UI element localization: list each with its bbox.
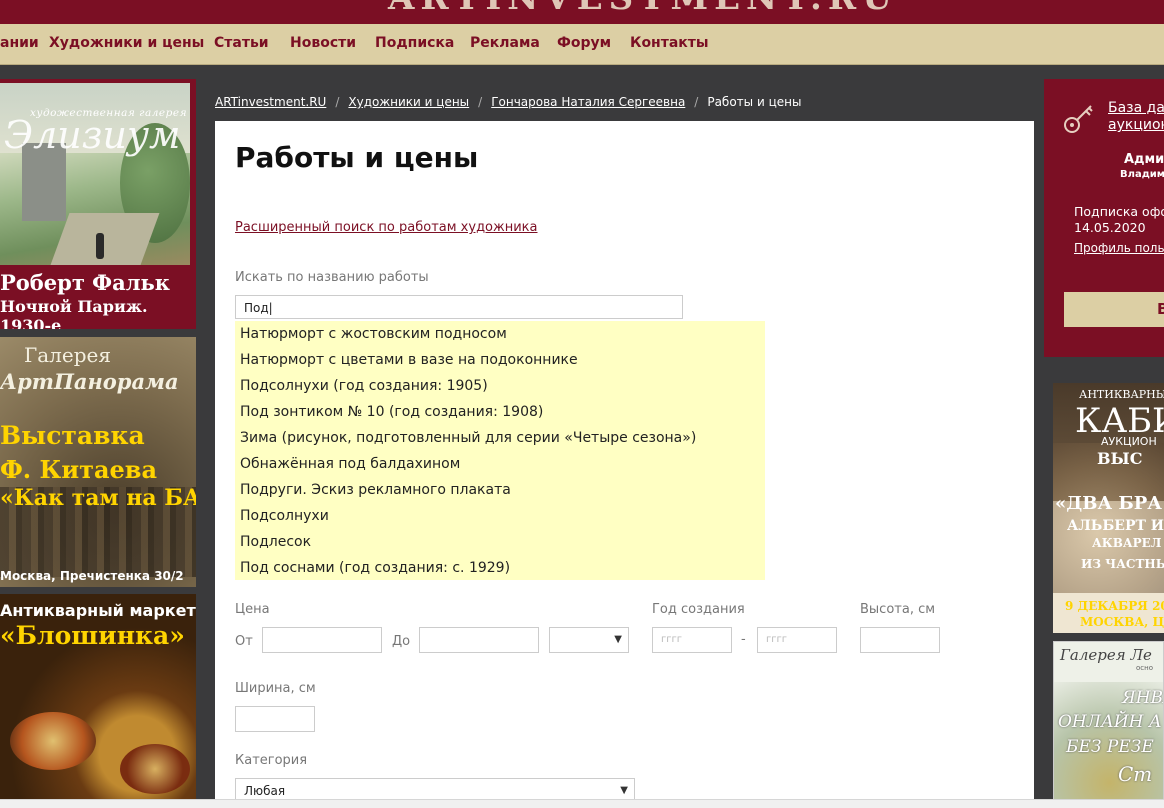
breadcrumb-artist[interactable]: Гончарова Наталия Сергеевна	[491, 95, 685, 109]
nav-item-articles[interactable]: Статьи	[214, 35, 269, 51]
banner-text: ИЗ ЧАСТНЫ	[1081, 557, 1164, 571]
price-to-input[interactable]	[419, 627, 539, 653]
suggestion-item[interactable]: Зима (рисунок, подготовленный для серии …	[240, 430, 696, 446]
year-label: Год создания	[652, 602, 745, 617]
banner-artist: Ф. Китаева	[0, 455, 158, 484]
key-icon	[1064, 105, 1093, 133]
price-from-label: От	[235, 634, 253, 649]
banner-text: АКВАРЕЛ	[1092, 536, 1162, 550]
ad-banner-bloshinka[interactable]: Антикварный маркет «Блошинка»	[0, 594, 196, 807]
breadcrumb-artists[interactable]: Художники и цены	[348, 95, 469, 109]
price-to-label: До	[392, 634, 411, 649]
banner-event: Выставка	[0, 421, 145, 450]
banner-text: АНТИКВАРНЫ	[1079, 388, 1164, 401]
banner-text: осно	[1136, 664, 1153, 672]
suggestion-item[interactable]: Натюрморт с цветами в вазе на подоконник…	[240, 352, 578, 368]
suggestion-item[interactable]: Подсолнухи	[240, 508, 329, 524]
price-label: Цена	[235, 602, 270, 617]
breadcrumb-separator: /	[694, 95, 699, 109]
user-sidebar: База да аукцион Админ Владим Подписка оф…	[1044, 79, 1164, 357]
suggestion-item[interactable]: Подруги. Эскиз рекламного плаката	[240, 482, 511, 498]
banner-heading: Антикварный маркет	[0, 601, 196, 620]
subscription-status: Подписка офо	[1074, 204, 1164, 219]
banner-market-name: «Блошинка»	[0, 621, 185, 650]
currency-select[interactable]: ▼	[549, 627, 629, 653]
search-label: Искать по названию работы	[235, 270, 429, 285]
logout-button[interactable]: В	[1064, 292, 1164, 327]
nav-item-news[interactable]: Новости	[290, 35, 356, 51]
nav-item-forum[interactable]: Форум	[557, 35, 611, 51]
suggestion-item[interactable]: Обнажённая под балдахином	[240, 456, 460, 472]
banner-artist: Роберт Фальк	[0, 270, 170, 295]
profile-link[interactable]: Профиль польз	[1074, 241, 1164, 255]
banner-gallery-name: Элизиум	[4, 113, 181, 157]
advanced-search-link[interactable]: Расширенный поиск по работам художника	[235, 220, 538, 235]
banner-text: ОНЛАЙН А	[1058, 712, 1162, 732]
nav-item-ads[interactable]: Реклама	[470, 35, 540, 51]
suggestion-item[interactable]: Подлесок	[240, 534, 311, 550]
search-input[interactable]: Под|	[235, 295, 683, 319]
suggestion-item[interactable]: Под зонтиком № 10 (год создания: 1908)	[240, 404, 543, 420]
ad-banner-artpanorama[interactable]: Галерея АртПанорама Выставка Ф. Китаева …	[0, 337, 196, 587]
width-label: Ширина, см	[235, 681, 316, 696]
chevron-down-icon: ▼	[614, 634, 622, 645]
user-name: Админ	[1124, 152, 1164, 167]
auction-database-link[interactable]: База да аукцион	[1108, 100, 1164, 134]
height-input[interactable]	[860, 627, 940, 653]
banner-text: Галерея Ле	[1060, 646, 1152, 664]
category-label: Категория	[235, 753, 308, 768]
banner-exhibition: Ночной Париж. 1930-е	[0, 297, 148, 329]
nav-item-artists[interactable]: Художники и цены	[49, 35, 204, 51]
site-header: ARTINVESTMENT.RU	[0, 0, 1164, 24]
ad-banner-gallery-online[interactable]: Галерея Ле осно ЯНВА ОНЛАЙН А БЕЗ РЕЗЕ С…	[1053, 641, 1164, 807]
breadcrumb-home[interactable]: ARTinvestment.RU	[215, 95, 326, 109]
year-to-input[interactable]: гггг	[757, 627, 837, 653]
banner-text: АЛЬБЕРТ И	[1067, 518, 1164, 534]
ad-banner-antique-cabinet[interactable]: АНТИКВАРНЫ КАБИ АУКЦИОН ВЫС «ДВА БРА АЛЬ…	[1053, 383, 1164, 633]
banner-text: БЕЗ РЕЗЕ	[1066, 737, 1154, 757]
banner-text: АУКЦИОН	[1101, 435, 1157, 448]
breadcrumb-separator: /	[478, 95, 483, 109]
banner-text: ВЫС	[1097, 449, 1143, 468]
main-nav: ании Художники и цены Статьи Новости Под…	[0, 24, 1164, 65]
banner-gallery-label: Галерея	[24, 343, 111, 367]
width-input[interactable]	[235, 706, 315, 732]
logout-button-label: В	[1157, 300, 1164, 318]
suggestion-item[interactable]: Подсолнухи (год создания: 1905)	[240, 378, 488, 394]
banner-title: «Как там на БАМе»	[0, 485, 196, 511]
page-title: Работы и цены	[235, 141, 479, 174]
subscription-date: 14.05.2020	[1074, 220, 1146, 235]
breadcrumb: ARTinvestment.RU / Художники и цены / Гончар…	[215, 95, 801, 109]
user-subname: Владим	[1120, 169, 1164, 180]
nav-item-subscription[interactable]: Подписка	[375, 35, 454, 51]
search-input-value: Под	[244, 301, 269, 315]
site-logo[interactable]: ARTINVESTMENT.RU	[388, 0, 898, 18]
category-select-value: Любая	[244, 784, 286, 798]
year-from-input[interactable]: гггг	[652, 627, 732, 653]
auction-database-link-line2: аукцион	[1108, 117, 1164, 133]
banner-text: Ст	[1118, 762, 1153, 786]
suggestion-item[interactable]: Натюрморт с жостовским подносом	[240, 326, 507, 342]
banner-gallery-name: АртПанорама	[0, 369, 179, 394]
banner-address: Москва, Пречистенка 30/2	[0, 569, 184, 583]
height-label: Высота, см	[860, 602, 936, 617]
year-to-placeholder: гггг	[766, 634, 788, 645]
banner-text: «ДВА БРА	[1055, 493, 1162, 514]
banner-text: МОСКВА, Ц	[1080, 615, 1164, 629]
breadcrumb-current: Работы и цены	[707, 95, 802, 109]
price-from-input[interactable]	[262, 627, 382, 653]
main-content: Работы и цены Расширенный поиск по работ…	[215, 121, 1034, 807]
ad-banner-elizium[interactable]: художественная галерея Элизиум Роберт Фа…	[0, 79, 196, 329]
banner-text: ЯНВА	[1122, 688, 1164, 708]
banner-text: 9 ДЕКАБРЯ 20	[1065, 599, 1164, 613]
auction-database-link-line1: База да	[1108, 100, 1164, 116]
nav-item-companies[interactable]: ании	[0, 35, 39, 51]
breadcrumb-separator: /	[335, 95, 340, 109]
year-from-placeholder: гггг	[661, 634, 683, 645]
year-dash: -	[741, 632, 746, 647]
suggestion-item[interactable]: Под соснами (год создания: с. 1929)	[240, 560, 510, 576]
nav-item-contacts[interactable]: Контакты	[630, 35, 709, 51]
autocomplete-dropdown: Натюрморт с жостовским подносом Натюрмор…	[235, 321, 765, 580]
